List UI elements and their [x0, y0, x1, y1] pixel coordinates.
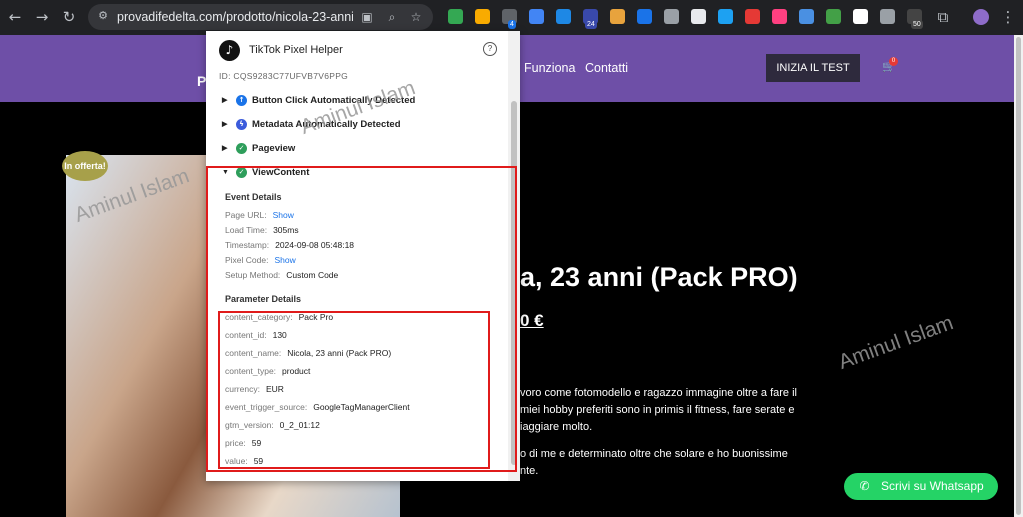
nav-link-contatti[interactable]: Contatti: [585, 61, 628, 75]
page-scrollbar[interactable]: [1014, 35, 1023, 517]
event-label: Pageview: [252, 143, 296, 154]
url-text[interactable]: provadifedelta.com/prodotto/nicola-23-an…: [117, 4, 353, 30]
start-test-button[interactable]: INIZIA IL TEST: [766, 54, 860, 82]
product-price: 0 €: [520, 311, 544, 330]
extension-badge: 4: [508, 20, 516, 29]
site-info-icon[interactable]: ⚙: [96, 9, 110, 23]
address-bar[interactable]: ⚙ provadifedelta.com/prodotto/nicola-23-…: [88, 4, 433, 30]
extension-icon[interactable]: [853, 9, 868, 24]
bolt-icon: ϟ: [236, 119, 247, 130]
popup-header: ♪ TikTok Pixel Helper ?: [206, 31, 520, 71]
extension-icon[interactable]: [718, 9, 733, 24]
extension-icon[interactable]: [691, 9, 706, 24]
help-icon[interactable]: ?: [483, 42, 497, 56]
bookmark-star-icon[interactable]: ☆: [408, 9, 424, 25]
extension-icon[interactable]: [826, 9, 841, 24]
extension-icon[interactable]: [799, 9, 814, 24]
page-scrollbar-thumb[interactable]: [1016, 37, 1021, 515]
check-icon: ✓: [236, 143, 247, 154]
forward-icon[interactable]: →: [33, 8, 51, 26]
whatsapp-label: Scrivi su Whatsapp: [881, 479, 984, 493]
product-description-line: voro come fotomodello e ragazzo immagine…: [520, 387, 797, 399]
extension-icon[interactable]: [664, 9, 679, 24]
caret-right-icon: ▶: [222, 121, 228, 128]
browser-toolbar: ← → ↻ ⚙ provadifedelta.com/prodotto/nico…: [0, 0, 1023, 35]
watermark-text: Aminul Islam: [835, 311, 957, 374]
arrow-up-icon: ↑: [236, 95, 247, 106]
extension-icon[interactable]: [475, 9, 490, 24]
product-title: a, 23 anni (Pack PRO): [520, 262, 798, 292]
extensions-puzzle-icon[interactable]: ⧉: [934, 8, 952, 26]
whatsapp-button[interactable]: ✆ Scrivi su Whatsapp: [844, 473, 998, 500]
product-description-line: miei hobby preferiti sono in primis il f…: [520, 404, 795, 416]
back-icon[interactable]: ←: [6, 8, 24, 26]
extension-badge: 50: [911, 20, 923, 29]
translate-icon[interactable]: ▣: [359, 9, 375, 25]
caret-right-icon: ▶: [222, 145, 228, 152]
profile-avatar[interactable]: [973, 9, 989, 25]
extension-icon[interactable]: [529, 9, 544, 24]
extension-icon[interactable]: [556, 9, 571, 24]
cart-count-badge: 0: [889, 57, 898, 66]
extension-icon[interactable]: [772, 9, 787, 24]
extension-icon[interactable]: [745, 9, 760, 24]
nav-link-funziona[interactable]: Funziona: [524, 61, 575, 75]
product-description-line: o di me e determinato oltre che solare e…: [520, 448, 788, 460]
product-description-line: iaggiare molto.: [520, 421, 593, 433]
caret-right-icon: ▶: [222, 97, 228, 104]
browser-menu-icon[interactable]: ⋮: [999, 8, 1017, 26]
extension-icon[interactable]: [610, 9, 625, 24]
extension-badge: 24: [585, 20, 597, 29]
parameters-highlight-box: [218, 311, 490, 469]
sale-badge: In offerta!: [62, 151, 108, 181]
reload-icon[interactable]: ↻: [60, 8, 78, 26]
zoom-icon[interactable]: ⌕: [384, 9, 400, 25]
extension-icon[interactable]: [448, 9, 463, 24]
extension-icon[interactable]: [637, 9, 652, 24]
pixel-id: ID: CQS9283C77UFVB7V6PPG: [219, 71, 349, 81]
whatsapp-icon: ✆: [859, 479, 870, 493]
popup-title: TikTok Pixel Helper: [249, 44, 343, 56]
extension-icon[interactable]: [880, 9, 895, 24]
product-description-line: nte.: [520, 465, 539, 477]
tiktok-logo-icon: ♪: [219, 40, 240, 61]
site-logo[interactable]: P: [197, 73, 206, 89]
